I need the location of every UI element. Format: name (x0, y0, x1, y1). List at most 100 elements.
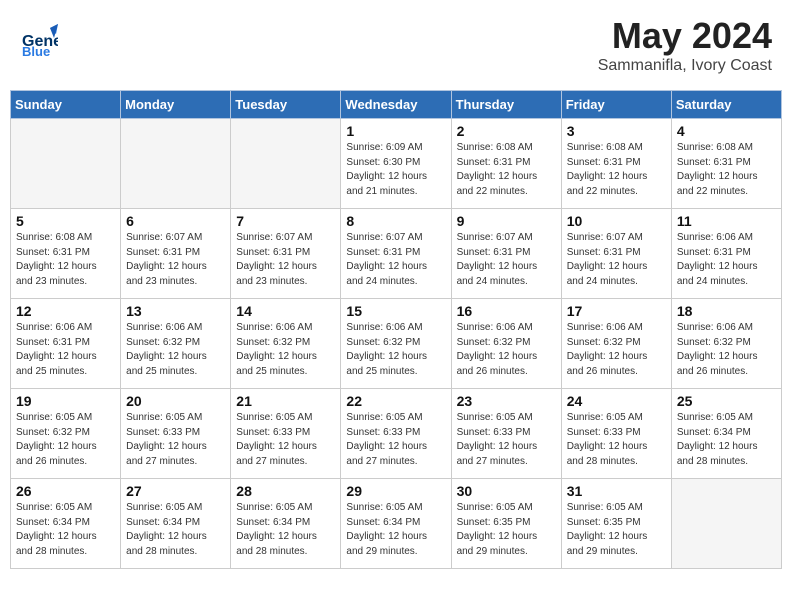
calendar-week-row: 12 Sunrise: 6:06 AMSunset: 6:31 PMDayligh… (11, 299, 782, 389)
day-number: 10 (567, 213, 666, 229)
day-info: Sunrise: 6:05 AMSunset: 6:34 PMDaylight:… (126, 501, 225, 559)
calendar-day-cell: 27Sunrise: 6:05 AMSunset: 6:34 PMDayligh… (121, 479, 231, 569)
calendar-day-cell: 19 Sunrise: 6:05 AMSunset: 6:32 PMDayligh… (11, 389, 121, 479)
calendar-day-cell: 21 Sunrise: 6:05 AMSunset: 6:33 PMDayligh… (231, 389, 341, 479)
day-number: 20 (126, 393, 225, 409)
day-number: 8 (346, 213, 445, 229)
calendar-day-cell: 23 Sunrise: 6:05 AMSunset: 6:33 PMDayligh… (451, 389, 561, 479)
day-info: Sunrise: 6:05 AMSunset: 6:34 PMDaylight:… (677, 411, 776, 469)
day-info: Sunrise: 6:06 AMSunset: 6:32 PMDaylight:… (346, 321, 445, 379)
day-number: 9 (457, 213, 556, 229)
page-header: General Blue May 2024 Sammanifla, Ivory … (10, 10, 782, 80)
day-number: 21 (236, 393, 335, 409)
day-info: Sunrise: 6:05 AMSunset: 6:34 PMDaylight:… (236, 501, 335, 559)
day-number: 6 (126, 213, 225, 229)
calendar-day-cell (231, 119, 341, 209)
calendar-day-cell: 2 Sunrise: 6:08 AMSunset: 6:31 PMDaylight… (451, 119, 561, 209)
day-info: Sunrise: 6:06 AMSunset: 6:31 PMDaylight:… (16, 321, 115, 379)
calendar-day-cell: 31 Sunrise: 6:05 AMSunset: 6:35 PMDayligh… (561, 479, 671, 569)
day-info: Sunrise: 6:05 AMSunset: 6:35 PMDaylight:… (457, 501, 556, 559)
day-info: Sunrise: 6:05 AMSunset: 6:33 PMDaylight:… (567, 411, 666, 469)
day-number: 13 (126, 303, 225, 319)
calendar-day-cell: 26 Sunrise: 6:05 AMSunset: 6:34 PMDayligh… (11, 479, 121, 569)
calendar-day-cell: 7Sunrise: 6:07 AMSunset: 6:31 PMDaylight… (231, 209, 341, 299)
day-info: Sunrise: 6:05 AMSunset: 6:33 PMDaylight:… (457, 411, 556, 469)
calendar-day-cell: 6 Sunrise: 6:07 AMSunset: 6:31 PMDaylight… (121, 209, 231, 299)
logo: General Blue (20, 20, 58, 58)
day-of-week-header: Monday (121, 91, 231, 119)
day-number: 19 (16, 393, 115, 409)
calendar-week-row: 26 Sunrise: 6:05 AMSunset: 6:34 PMDayligh… (11, 479, 782, 569)
day-info: Sunrise: 6:08 AMSunset: 6:31 PMDaylight:… (16, 231, 115, 289)
calendar-table: SundayMondayTuesdayWednesdayThursdayFrid… (10, 90, 782, 569)
calendar-day-cell: 18Sunrise: 6:06 AMSunset: 6:32 PMDayligh… (671, 299, 781, 389)
calendar-day-cell (671, 479, 781, 569)
day-info: Sunrise: 6:07 AMSunset: 6:31 PMDaylight:… (346, 231, 445, 289)
day-info: Sunrise: 6:06 AMSunset: 6:32 PMDaylight:… (457, 321, 556, 379)
calendar-day-cell: 22Sunrise: 6:05 AMSunset: 6:33 PMDayligh… (341, 389, 451, 479)
day-number: 4 (677, 123, 776, 139)
day-info: Sunrise: 6:05 AMSunset: 6:33 PMDaylight:… (126, 411, 225, 469)
day-info: Sunrise: 6:07 AMSunset: 6:31 PMDaylight:… (457, 231, 556, 289)
day-info: Sunrise: 6:05 AMSunset: 6:34 PMDaylight:… (346, 501, 445, 559)
day-number: 28 (236, 483, 335, 499)
day-of-week-header: Tuesday (231, 91, 341, 119)
calendar-day-cell: 5 Sunrise: 6:08 AMSunset: 6:31 PMDaylight… (11, 209, 121, 299)
calendar-day-cell: 25Sunrise: 6:05 AMSunset: 6:34 PMDayligh… (671, 389, 781, 479)
day-number: 3 (567, 123, 666, 139)
calendar-week-row: 19 Sunrise: 6:05 AMSunset: 6:32 PMDayligh… (11, 389, 782, 479)
calendar-header-row: SundayMondayTuesdayWednesdayThursdayFrid… (11, 91, 782, 119)
title-section: May 2024 Sammanifla, Ivory Coast (598, 15, 772, 75)
calendar-week-row: 5 Sunrise: 6:08 AMSunset: 6:31 PMDaylight… (11, 209, 782, 299)
calendar-day-cell: 10 Sunrise: 6:07 AMSunset: 6:31 PMDayligh… (561, 209, 671, 299)
calendar-body: 1Sunrise: 6:09 AMSunset: 6:30 PMDaylight… (11, 119, 782, 569)
calendar-day-cell: 9 Sunrise: 6:07 AMSunset: 6:31 PMDaylight… (451, 209, 561, 299)
day-info: Sunrise: 6:06 AMSunset: 6:32 PMDaylight:… (236, 321, 335, 379)
day-info: Sunrise: 6:05 AMSunset: 6:35 PMDaylight:… (567, 501, 666, 559)
calendar-day-cell: 1Sunrise: 6:09 AMSunset: 6:30 PMDaylight… (341, 119, 451, 209)
calendar-day-cell: 13 Sunrise: 6:06 AMSunset: 6:32 PMDayligh… (121, 299, 231, 389)
calendar-day-cell: 17Sunrise: 6:06 AMSunset: 6:32 PMDayligh… (561, 299, 671, 389)
day-of-week-header: Thursday (451, 91, 561, 119)
day-number: 30 (457, 483, 556, 499)
day-info: Sunrise: 6:05 AMSunset: 6:33 PMDaylight:… (236, 411, 335, 469)
day-number: 23 (457, 393, 556, 409)
day-info: Sunrise: 6:08 AMSunset: 6:31 PMDaylight:… (677, 141, 776, 199)
svg-text:Blue: Blue (22, 44, 50, 58)
calendar-day-cell: 16 Sunrise: 6:06 AMSunset: 6:32 PMDayligh… (451, 299, 561, 389)
day-info: Sunrise: 6:05 AMSunset: 6:33 PMDaylight:… (346, 411, 445, 469)
day-info: Sunrise: 6:07 AMSunset: 6:31 PMDaylight:… (126, 231, 225, 289)
day-info: Sunrise: 6:05 AMSunset: 6:32 PMDaylight:… (16, 411, 115, 469)
calendar-day-cell: 4 Sunrise: 6:08 AMSunset: 6:31 PMDaylight… (671, 119, 781, 209)
month-title: May 2024 (598, 15, 772, 57)
calendar-day-cell: 3 Sunrise: 6:08 AMSunset: 6:31 PMDaylight… (561, 119, 671, 209)
calendar-day-cell: 28 Sunrise: 6:05 AMSunset: 6:34 PMDayligh… (231, 479, 341, 569)
day-info: Sunrise: 6:05 AMSunset: 6:34 PMDaylight:… (16, 501, 115, 559)
day-number: 29 (346, 483, 445, 499)
location-title: Sammanifla, Ivory Coast (598, 57, 772, 75)
day-info: Sunrise: 6:07 AMSunset: 6:31 PMDaylight:… (567, 231, 666, 289)
calendar-day-cell: 11Sunrise: 6:06 AMSunset: 6:31 PMDayligh… (671, 209, 781, 299)
day-info: Sunrise: 6:08 AMSunset: 6:31 PMDaylight:… (567, 141, 666, 199)
calendar-day-cell: 8 Sunrise: 6:07 AMSunset: 6:31 PMDaylight… (341, 209, 451, 299)
day-number: 31 (567, 483, 666, 499)
day-number: 17 (567, 303, 666, 319)
day-number: 26 (16, 483, 115, 499)
day-number: 18 (677, 303, 776, 319)
day-number: 12 (16, 303, 115, 319)
calendar-day-cell: 20 Sunrise: 6:05 AMSunset: 6:33 PMDayligh… (121, 389, 231, 479)
calendar-day-cell: 29 Sunrise: 6:05 AMSunset: 6:34 PMDayligh… (341, 479, 451, 569)
day-number: 16 (457, 303, 556, 319)
calendar-day-cell (121, 119, 231, 209)
day-number: 5 (16, 213, 115, 229)
calendar-day-cell: 15Sunrise: 6:06 AMSunset: 6:32 PMDayligh… (341, 299, 451, 389)
calendar-day-cell: 12 Sunrise: 6:06 AMSunset: 6:31 PMDayligh… (11, 299, 121, 389)
calendar-day-cell: 24 Sunrise: 6:05 AMSunset: 6:33 PMDayligh… (561, 389, 671, 479)
day-of-week-header: Wednesday (341, 91, 451, 119)
day-info: Sunrise: 6:08 AMSunset: 6:31 PMDaylight:… (457, 141, 556, 199)
day-info: Sunrise: 6:06 AMSunset: 6:32 PMDaylight:… (126, 321, 225, 379)
day-number: 2 (457, 123, 556, 139)
day-of-week-header: Sunday (11, 91, 121, 119)
day-of-week-header: Friday (561, 91, 671, 119)
day-number: 24 (567, 393, 666, 409)
